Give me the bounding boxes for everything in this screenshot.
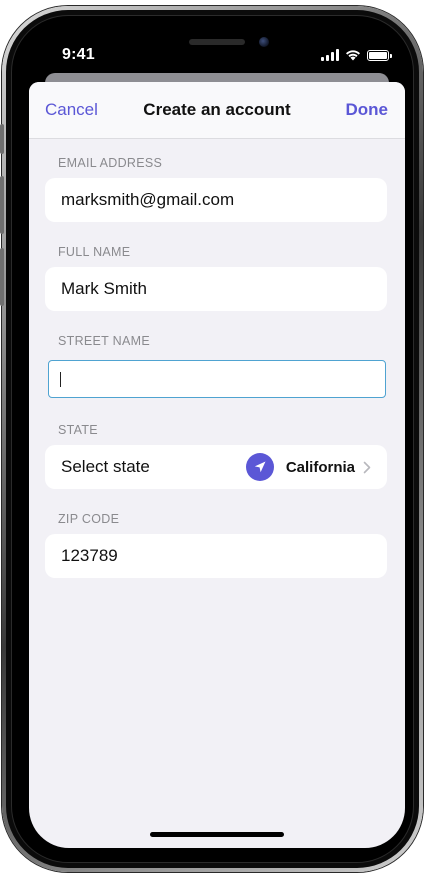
state-value: California	[285, 458, 355, 476]
location-arrow-icon[interactable]	[245, 453, 274, 481]
phone-volume-down-button	[0, 248, 4, 306]
email-value: marksmith@gmail.com	[61, 190, 235, 209]
cellular-signal-icon	[321, 49, 339, 61]
phone-screen: 9:41 Cancel Create an account Done EMAIL…	[29, 22, 405, 848]
text-cursor	[60, 371, 61, 387]
zip-code-value: 123789	[61, 546, 118, 565]
full-name-value: Mark Smith	[61, 279, 147, 298]
phone-volume-up-button	[0, 176, 4, 234]
state-selector[interactable]: Select state California	[45, 445, 387, 489]
full-name-field[interactable]: Mark Smith	[45, 267, 387, 311]
status-bar-time: 9:41	[62, 46, 95, 63]
earpiece-speaker	[189, 39, 245, 45]
create-account-sheet: Cancel Create an account Done EMAIL ADDR…	[29, 82, 405, 848]
state-label: STATE	[58, 423, 98, 437]
email-label: EMAIL ADDRESS	[58, 156, 163, 170]
zip-code-field[interactable]: 123789	[45, 534, 387, 578]
state-selection: California	[245, 453, 371, 481]
street-name-field[interactable]	[48, 360, 386, 398]
home-indicator[interactable]	[150, 832, 284, 837]
status-bar-icons	[321, 48, 392, 62]
state-prompt: Select state	[61, 457, 150, 476]
battery-icon	[367, 49, 392, 61]
street-name-label: STREET NAME	[58, 334, 150, 348]
email-field[interactable]: marksmith@gmail.com	[45, 178, 387, 222]
front-camera	[259, 37, 269, 47]
done-button[interactable]: Done	[346, 100, 389, 120]
full-name-label: FULL NAME	[58, 245, 131, 259]
phone-silent-switch	[0, 124, 4, 154]
chevron-right-icon	[363, 461, 371, 474]
zip-code-label: ZIP CODE	[58, 512, 120, 526]
navigation-bar: Cancel Create an account Done	[29, 82, 405, 139]
wifi-icon	[346, 50, 360, 61]
